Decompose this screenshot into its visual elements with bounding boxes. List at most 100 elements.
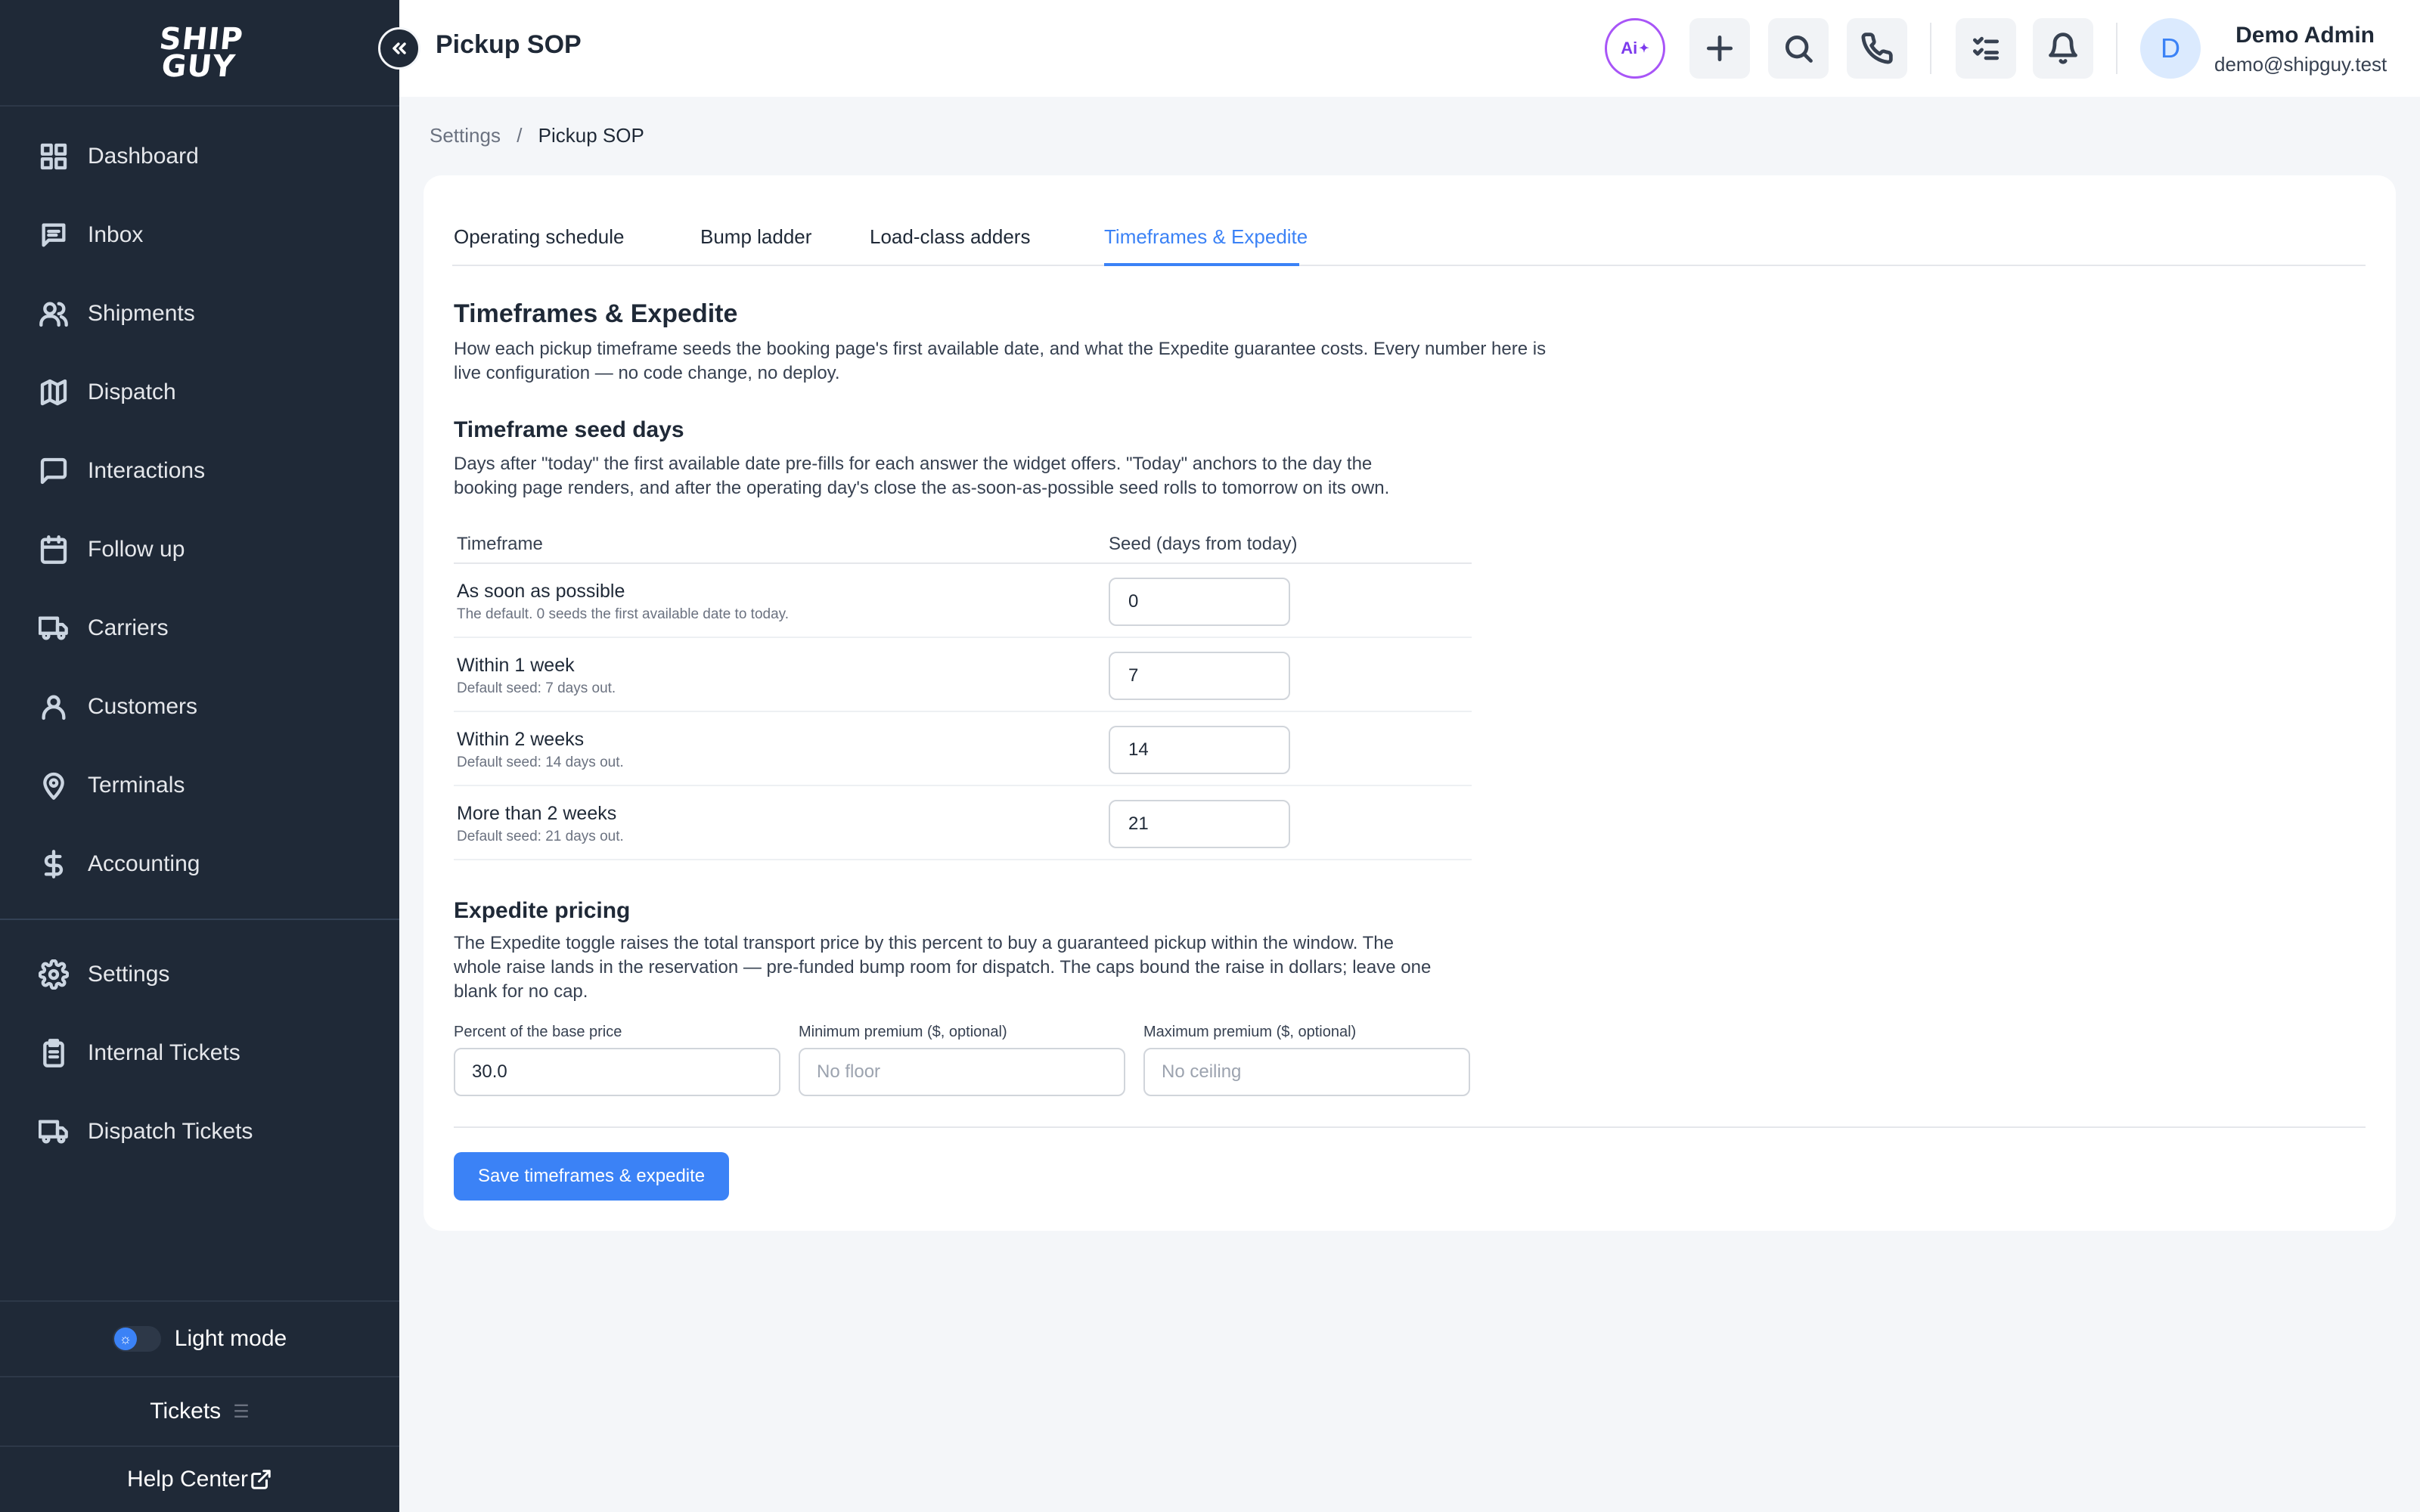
- theme-toggle[interactable]: ☼: [112, 1326, 161, 1352]
- expedite-description-line-1: The Expedite toggle raises the total tra…: [454, 933, 1394, 953]
- timeframe-label: Within 1 week: [457, 655, 575, 676]
- top-header: Pickup SOP Ai ✦ D Demo Admin demo@shipguy…: [399, 0, 2420, 97]
- sun-icon: ☼: [113, 1328, 137, 1350]
- sidebar-item-interactions[interactable]: Interactions: [0, 432, 399, 510]
- sidebar-item-dispatch[interactable]: Dispatch: [0, 353, 399, 432]
- sidebar-item-label: Interactions: [88, 458, 206, 483]
- sidebar-item-label: Customers: [88, 694, 198, 719]
- search-button[interactable]: [1768, 18, 1829, 79]
- collapse-sidebar-button[interactable]: [378, 27, 420, 70]
- expedite-description-line-2: whole raise lands in the reservation — p…: [454, 957, 1432, 978]
- seed-input-1-week[interactable]: [1109, 652, 1290, 700]
- bell-icon: [2049, 33, 2077, 64]
- section-description-line-1: How each pickup timeframe seeds the book…: [454, 339, 1547, 359]
- timeframe-hint: Default seed: 21 days out.: [457, 829, 624, 844]
- page-title: Pickup SOP: [436, 30, 582, 59]
- save-button[interactable]: Save timeframes & expedite: [454, 1152, 730, 1201]
- seed-days-description-line-2: booking page renders, and after the oper…: [454, 478, 1390, 498]
- sidebar-item-accounting[interactable]: Accounting: [0, 825, 399, 903]
- sidebar-item-label: Inbox: [88, 222, 144, 247]
- help-center-label: Help Center: [126, 1467, 249, 1492]
- expedite-title: Expedite pricing: [454, 898, 631, 923]
- maximum-premium-input[interactable]: [1143, 1048, 1470, 1096]
- sidebar-item-customers[interactable]: Customers: [0, 668, 399, 746]
- sidebar-item-label: Follow up: [88, 537, 185, 562]
- form-divider: [454, 1126, 2366, 1128]
- notifications-button[interactable]: [2033, 18, 2093, 79]
- dollar-icon: [38, 848, 70, 880]
- seed-days-description-line-1: Days after "today" the first available d…: [454, 454, 1373, 474]
- seed-days-table: Timeframe Seed (days from today) As soon…: [454, 523, 1472, 860]
- ai-assistant-button[interactable]: Ai ✦: [1605, 18, 1665, 79]
- chevrons-left-icon: [392, 42, 406, 54]
- sidebar-item-shipments[interactable]: Shipments: [0, 274, 399, 353]
- external-link-icon: [250, 1468, 272, 1491]
- percent-label: Percent of the base price: [454, 1024, 622, 1040]
- seed-input-more-than-2-weeks[interactable]: [1109, 800, 1290, 848]
- timeframe-hint: Default seed: 14 days out.: [457, 754, 624, 770]
- gear-icon: [38, 959, 70, 990]
- sidebar-divider: [0, 919, 399, 920]
- tickets-label: Tickets: [150, 1399, 222, 1424]
- minimum-premium-input[interactable]: [799, 1048, 1125, 1096]
- breadcrumb-separator: /: [517, 124, 523, 147]
- expedite-description-line-3: blank for no cap.: [454, 981, 588, 1002]
- tab-load-class-adders[interactable]: Load-class adders: [870, 225, 1030, 249]
- sidebar-item-carriers[interactable]: Carriers: [0, 589, 399, 668]
- breadcrumb-current: Pickup SOP: [538, 124, 644, 147]
- add-button[interactable]: [1689, 18, 1750, 79]
- tasks-button[interactable]: [1956, 18, 2016, 79]
- section-title: Timeframes & Expedite: [454, 299, 738, 328]
- table-row: Within 1 week Default seed: 7 days out.: [454, 638, 1472, 712]
- breadcrumb: Settings / Pickup SOP: [430, 124, 644, 147]
- table-header: Timeframe Seed (days from today): [454, 523, 1472, 564]
- clipboard-icon: [38, 1037, 70, 1069]
- user-icon: [38, 691, 70, 723]
- help-center-link[interactable]: Help Center: [0, 1445, 399, 1512]
- tab-operating-schedule[interactable]: Operating schedule: [454, 225, 624, 249]
- avatar[interactable]: D: [2140, 18, 2201, 79]
- sidebar-item-label: Terminals: [88, 773, 185, 798]
- user-name: Demo Admin: [2235, 23, 2375, 48]
- theme-toggle-row[interactable]: ☼ Light mode: [0, 1300, 399, 1376]
- user-email: demo@shipguy.test: [2214, 53, 2387, 76]
- phone-icon: [1861, 33, 1893, 64]
- truck-icon: [38, 612, 70, 644]
- tickets-link[interactable]: Tickets ☰: [0, 1376, 399, 1445]
- sidebar-item-settings[interactable]: Settings: [0, 935, 399, 1014]
- logo[interactable]: SHIP GUY: [0, 0, 399, 107]
- sidebar-item-label: Dispatch: [88, 380, 176, 404]
- percent-input[interactable]: [454, 1048, 780, 1096]
- inbox-icon: [38, 219, 70, 251]
- maximum-premium-label: Maximum premium ($, optional): [1143, 1024, 1357, 1040]
- users-icon: [38, 298, 70, 330]
- tab-timeframes-expedite[interactable]: Timeframes & Expedite: [1104, 225, 1308, 249]
- sidebar-item-label: Shipments: [88, 301, 195, 326]
- grid-icon: [38, 141, 70, 172]
- breadcrumb-settings-link[interactable]: Settings: [430, 124, 501, 147]
- sidebar-item-internal-tickets[interactable]: Internal Tickets: [0, 1014, 399, 1092]
- sidebar-item-dispatch-tickets[interactable]: Dispatch Tickets: [0, 1092, 399, 1171]
- timeframe-hint: Default seed: 7 days out.: [457, 680, 616, 696]
- seed-days-title: Timeframe seed days: [454, 417, 684, 442]
- minimum-premium-label: Minimum premium ($, optional): [799, 1024, 1007, 1040]
- seed-input-2-weeks[interactable]: [1109, 726, 1290, 774]
- sidebar-item-follow-up[interactable]: Follow up: [0, 510, 399, 589]
- sidebar-item-dashboard[interactable]: Dashboard: [0, 117, 399, 196]
- tab-bump-ladder[interactable]: Bump ladder: [700, 225, 811, 249]
- column-header-timeframe: Timeframe: [457, 534, 543, 554]
- sidebar-footer: ☼ Light mode Tickets ☰ Help Center: [0, 1300, 399, 1512]
- sidebar: SHIP GUY Dashboard Inbox Shipments Dispat…: [0, 0, 399, 1512]
- plus-icon: [1706, 35, 1733, 62]
- sidebar-item-label: Dashboard: [88, 144, 199, 169]
- tab-bar: Operating schedule Bump ladder Load-clas…: [452, 198, 2366, 266]
- header-divider: [1930, 23, 1931, 74]
- sidebar-item-inbox[interactable]: Inbox: [0, 196, 399, 274]
- phone-button[interactable]: [1847, 18, 1907, 79]
- sidebar-nav: Dashboard Inbox Shipments Dispatch Inter…: [0, 107, 399, 1171]
- message-icon: [38, 455, 70, 487]
- sidebar-item-terminals[interactable]: Terminals: [0, 746, 399, 825]
- truck-icon: [38, 1116, 70, 1148]
- seed-input-asap[interactable]: [1109, 578, 1290, 626]
- checklist-icon: [1972, 36, 2000, 60]
